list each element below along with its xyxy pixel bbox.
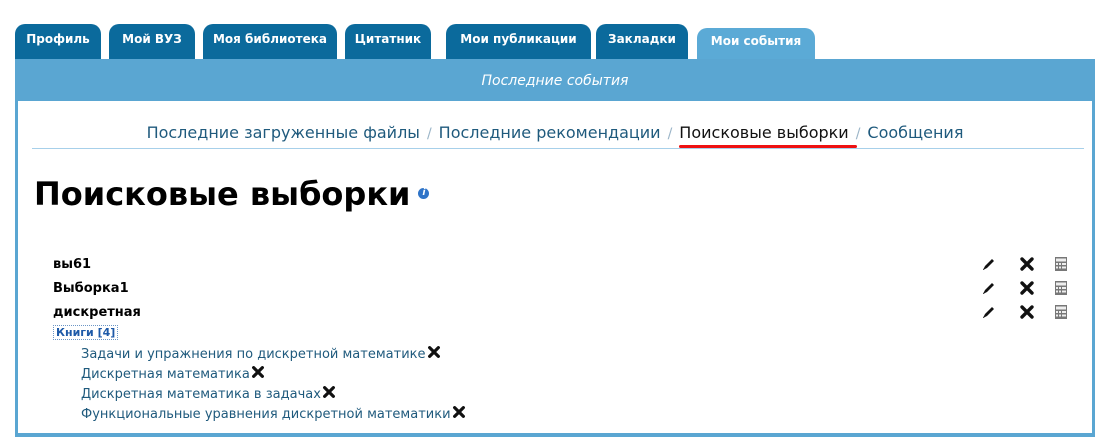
subnav-separator: / [855,126,861,142]
subnav-recent-files[interactable]: Последние загруженные файлы [147,123,420,142]
pencil-icon[interactable] [981,304,997,320]
book-title[interactable]: Задачи и упражнения по дискретной матема… [81,347,426,362]
tab-quotes[interactable]: Цитатник [345,24,431,60]
page-title: Поисковые выборки [34,175,411,213]
subnav-messages[interactable]: Сообщения [867,123,963,142]
info-icon[interactable]: i [418,187,430,199]
cross-icon[interactable] [1019,280,1035,296]
divider [32,148,1084,149]
subnav-recent-recommendations[interactable]: Последние рекомендации [439,123,661,142]
subbar-title: Последние события [481,73,629,89]
book-item: Дискретная математика [81,365,265,382]
calculator-icon[interactable] [1053,304,1069,320]
selection-actions [981,280,1071,298]
tab-my-events[interactable]: Мои события [697,28,815,60]
cross-icon[interactable] [427,345,441,359]
pencil-icon[interactable] [981,280,997,296]
subnav-search-selections[interactable]: Поисковые выборки [679,123,848,142]
sub-navigation: Последние загруженные файлы / Последние ре… [18,123,1092,142]
tab-my-library[interactable]: Моя библиотека [203,24,337,60]
cross-icon[interactable] [322,385,336,399]
content-frame: Последние события Последние загруженные … [15,59,1095,437]
selection-name[interactable]: дискретная [53,305,141,320]
tab-my-university[interactable]: Мой ВУЗ [109,24,195,60]
selection-actions [981,256,1071,274]
book-title[interactable]: Функциональные уравнения дискретной мате… [81,407,451,422]
cross-icon[interactable] [1019,256,1035,272]
book-item: Дискретная математика в задачах [81,385,336,402]
selection-actions [981,304,1071,322]
calculator-icon[interactable] [1053,280,1069,296]
books-link[interactable]: Книги [4] [53,325,119,340]
subnav-separator: / [426,126,432,142]
selection-name[interactable]: Выборка1 [53,281,129,296]
cross-icon[interactable] [251,365,265,379]
book-item: Функциональные уравнения дискретной мате… [81,405,466,422]
cross-icon[interactable] [452,405,466,419]
cross-icon[interactable] [1019,304,1035,320]
pencil-icon[interactable] [981,256,997,272]
page-title-wrap: Поисковые выборки i [34,175,430,213]
tab-my-publications[interactable]: Мои публикации [446,24,591,60]
book-title[interactable]: Дискретная математика в задачах [81,387,321,402]
selection-name[interactable]: вы61 [53,257,91,272]
calculator-icon[interactable] [1053,256,1069,272]
tab-profile[interactable]: Профиль [15,24,101,60]
book-item: Задачи и упражнения по дискретной матема… [81,345,441,362]
subnav-separator: / [667,126,673,142]
book-title[interactable]: Дискретная математика [81,367,250,382]
content-panel: Последние загруженные файлы / Последние ре… [18,101,1092,433]
tab-bookmarks[interactable]: Закладки [596,24,688,60]
